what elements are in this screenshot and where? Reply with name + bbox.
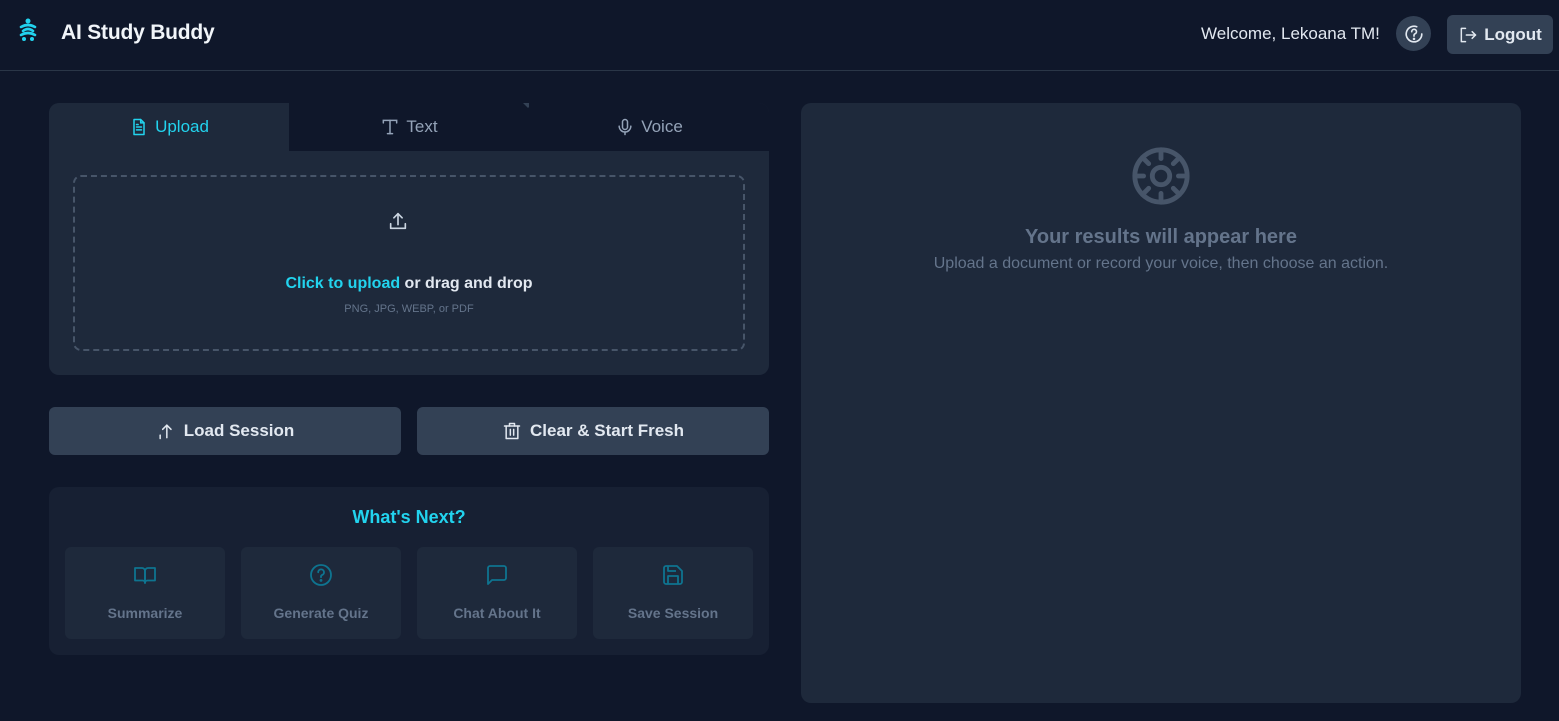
generate-quiz-label: Generate Quiz [273, 605, 369, 621]
clear-start-fresh-label: Clear & Start Fresh [530, 421, 684, 440]
help-circle-icon [310, 564, 332, 586]
clear-start-fresh-button[interactable]: Clear & Start Fresh [417, 407, 769, 455]
chat-about-it-button[interactable]: Chat About It [417, 547, 577, 639]
file-dropzone[interactable]: Click to upload or drag and drop PNG, JP… [73, 175, 745, 351]
save-session-label: Save Session [627, 605, 719, 621]
welcome-text: Welcome, Lekoana TM! [1201, 24, 1380, 43]
drag-drop-text: or drag and drop [400, 275, 533, 292]
upload-icon [389, 212, 407, 230]
logout-icon [1460, 27, 1477, 42]
click-to-upload-link[interactable]: Click to upload [285, 275, 400, 292]
save-icon [663, 565, 683, 585]
upload-arrow-icon [159, 424, 172, 440]
tab-voice-label: Voice [641, 117, 683, 136]
tab-upload[interactable]: Upload [49, 103, 289, 151]
tab-upload-label: Upload [155, 117, 209, 136]
summarize-button[interactable]: Summarize [65, 547, 225, 639]
upload-formats: PNG, JPG, WEBP, or PDF [344, 303, 474, 315]
tab-text[interactable]: Text [289, 103, 529, 151]
whats-next-title: What's Next? [352, 507, 466, 527]
book-open-icon [134, 567, 156, 584]
trash-icon [503, 422, 521, 440]
results-panel: Your results will appear here Upload a d… [801, 103, 1521, 703]
load-session-button[interactable]: Load Session [49, 407, 401, 455]
chat-about-it-label: Chat About It [453, 605, 541, 621]
gear-icon [1132, 147, 1190, 205]
generate-quiz-button[interactable]: Generate Quiz [241, 547, 401, 639]
type-icon [382, 119, 398, 135]
input-tabs: Upload Text Voice [49, 103, 769, 151]
summarize-label: Summarize [107, 605, 183, 621]
tab-text-label: Text [406, 117, 438, 136]
save-session-button[interactable]: Save Session [593, 547, 753, 639]
results-subtitle: Upload a document or record your voice, … [933, 255, 1389, 272]
whats-next-card: What's Next? Summarize Generate Quiz Cha… [49, 487, 769, 655]
app-title: AI Study Buddy [61, 21, 215, 44]
study-buddy-logo-icon [19, 18, 37, 41]
message-square-icon [487, 565, 507, 585]
logout-button[interactable]: Logout [1447, 15, 1553, 54]
tab-voice[interactable]: Voice [529, 103, 769, 151]
load-session-label: Load Session [183, 421, 295, 440]
input-card: Upload Text Voice Click to upload or dra… [49, 103, 769, 375]
file-text-icon [133, 118, 145, 136]
app-header: AI Study Buddy Welcome, Lekoana TM! Logo… [0, 0, 1559, 71]
results-title: Your results will appear here [1025, 226, 1297, 248]
logout-label: Logout [1484, 24, 1542, 44]
microphone-icon [618, 118, 632, 136]
help-button[interactable] [1396, 16, 1431, 51]
upload-instructions: Click to upload or drag and drop [75, 275, 743, 293]
help-circle-icon [1404, 24, 1423, 43]
